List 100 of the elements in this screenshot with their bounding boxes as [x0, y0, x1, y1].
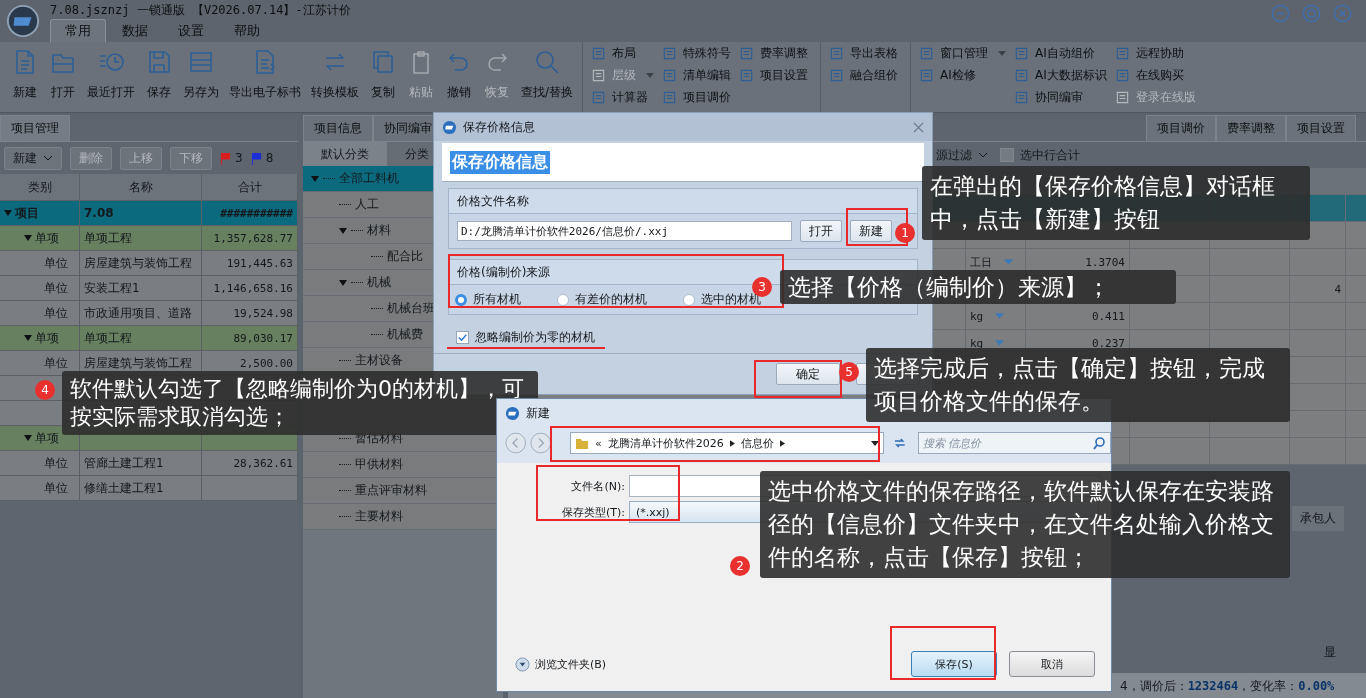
ribbon-button[interactable]: 复制 [364, 42, 402, 112]
search-icon [1092, 436, 1106, 450]
close-icon[interactable] [913, 121, 924, 133]
ribbon-menu-item[interactable]: 项目设置 [739, 66, 809, 85]
table-row[interactable]: 单位 房屋建筑与装饰工程 191,445.63 [0, 251, 298, 276]
table-cell: 修缮土建工程1 [84, 479, 164, 497]
table-cell: 1,357,628.77 [213, 231, 293, 245]
ribbon-menu-item[interactable]: 特殊符号 [662, 44, 732, 63]
search-field[interactable]: 搜索 信息价 [917, 432, 1111, 454]
table-row[interactable]: 单位 市政通用项目、道路 19,524.98 [0, 301, 298, 326]
path-field[interactable]: D:/龙腾清单计价软件2026/信息价/.xxj [457, 221, 792, 241]
panel-tab[interactable]: 费率调整 [1216, 115, 1286, 141]
expand-triangle-icon[interactable] [339, 278, 347, 287]
table-row[interactable]: 单位 管廊土建工程1 28,362.61 [0, 451, 298, 476]
window-title: 7.08.jsznzj 一锁通版 【V2026.07.14】-江苏计价 [50, 2, 351, 19]
expand-triangle-icon[interactable] [24, 334, 32, 342]
ribbon-button[interactable]: 查找/替换 [516, 42, 579, 112]
radio-button[interactable] [455, 293, 467, 306]
ribbon-button[interactable]: 撤销 [440, 42, 478, 112]
dialog-button[interactable]: 取消 [1009, 651, 1095, 677]
expand-triangle-icon[interactable] [24, 234, 32, 242]
table-row[interactable]: 单项 单项工程 89,030.17 [0, 326, 298, 351]
dialog-button[interactable]: 打开 [800, 220, 842, 242]
ribbon-menu-item[interactable]: 导出表格 [829, 44, 899, 63]
ribbon-menu-item[interactable]: 计算器 [591, 88, 655, 107]
checkbox[interactable] [1000, 148, 1014, 162]
table-cell: 房屋建筑与装饰工程 [84, 254, 192, 272]
address-bar[interactable]: « 龙腾清单计价软件2026 信息价 [569, 432, 885, 454]
back-icon[interactable] [505, 432, 527, 454]
table-cell: 7.08 [84, 206, 114, 220]
ribbon-menu-item[interactable]: 窗口管理 [919, 44, 1007, 63]
ribbon-menu-item[interactable]: 融合组价 [829, 66, 899, 85]
table-row[interactable]: 单项 单项工程 1,357,628.77 [0, 226, 298, 251]
filter-dropdown[interactable]: 源过滤 [936, 146, 988, 164]
ribbon-menu-item[interactable]: 项目调价 [662, 88, 732, 107]
ribbon-menu-item[interactable]: AI自动组价 [1014, 44, 1107, 63]
expand-triangle-icon[interactable] [24, 434, 32, 442]
panel-tab[interactable]: 项目管理 [0, 115, 70, 141]
expand-circle-icon[interactable] [515, 656, 530, 672]
browse-folders-link[interactable]: 浏览文件夹(B) [535, 656, 607, 672]
chevron-down-icon [978, 152, 988, 158]
dialog-button[interactable]: 保存(S) [911, 651, 997, 677]
ribbon-menu-item[interactable]: AI检修 [919, 66, 1007, 85]
expand-triangle-icon[interactable] [311, 174, 319, 183]
status-value: 0.00% [1298, 679, 1335, 693]
ribbon-button[interactable]: 打开 [44, 42, 82, 112]
instruction-tooltip: 选择完成后，点击【确定】按钮，完成项目价格文件的保存。 [866, 348, 1290, 422]
table-cell: 单位 [44, 454, 68, 472]
ribbon-button[interactable]: 转换模板 [306, 42, 364, 112]
menu-tab[interactable]: 帮助 [220, 20, 274, 42]
checkbox[interactable] [456, 331, 469, 344]
expand-triangle-icon[interactable] [339, 226, 347, 235]
ribbon-button[interactable]: 最近打开 [82, 42, 140, 112]
table-row[interactable]: 单位 修缮土建工程1 [0, 476, 298, 501]
category-tab[interactable]: 默认分类 [303, 142, 387, 166]
ribbon-button[interactable]: 新建 [6, 42, 44, 112]
list-icon [1014, 90, 1030, 105]
app-logo-icon[interactable] [6, 4, 40, 38]
table-cell: 单项工程 [84, 329, 132, 347]
caret-icon [998, 51, 1007, 56]
chevron-down-icon [43, 155, 53, 161]
table-cell: 19,524.98 [233, 306, 293, 320]
panel-tab[interactable]: 项目信息 [303, 115, 373, 141]
column-header: 名称 [80, 174, 202, 200]
table-cell: 2,500.00 [240, 356, 293, 370]
ribbon-menu-item[interactable]: AI大数据标识 [1014, 66, 1107, 85]
column-header: 类别 [0, 174, 80, 200]
ribbon-menu-item[interactable]: 布局 [591, 44, 655, 63]
expand-triangle-icon[interactable] [4, 209, 12, 217]
ok-button[interactable]: 确定 [776, 363, 840, 385]
ribbon-menu-item[interactable]: 清单编辑 [662, 66, 732, 85]
forward-icon[interactable] [530, 432, 552, 454]
ribbon-menu-item[interactable]: 远程协助 [1114, 44, 1196, 63]
radio-label: 有差价的材机 [575, 291, 647, 308]
column-header: 合计 [202, 174, 298, 200]
ribbon-menu-item[interactable]: 协同编审 [1014, 88, 1107, 107]
ribbon-button[interactable]: 保存 [140, 42, 178, 112]
ribbon-menu-item[interactable]: 费率调整 [739, 44, 809, 63]
dialog-button[interactable]: 新建 [850, 220, 892, 242]
status-value: 1232464 [1187, 679, 1239, 693]
field-label: 保存类型(T): [561, 504, 625, 520]
radio-button[interactable] [683, 293, 695, 306]
ribbon-button[interactable]: 另存为 [178, 42, 224, 112]
list-icon [919, 68, 935, 83]
list-icon [1114, 46, 1130, 61]
field-label: 文件名(N): [570, 478, 625, 494]
panel-tab[interactable]: 项目调价 [1146, 115, 1216, 141]
list-icon [591, 46, 607, 61]
table-row[interactable]: 项目 7.08 ########### [0, 201, 298, 226]
table-cell: 191,445.63 [226, 256, 293, 270]
ribbon-button[interactable]: 导出电子标书 [224, 42, 306, 112]
flag-count: 3 [235, 151, 243, 165]
panel-tab[interactable]: 项目设置 [1286, 115, 1356, 141]
menu-tab[interactable]: 设置 [164, 20, 218, 42]
table-row[interactable]: 单位 安装工程1 1,146,658.16 [0, 276, 298, 301]
ribbon-menu-item[interactable]: 在线购买 [1114, 66, 1196, 85]
toolbar-button[interactable]: 新建 [4, 146, 62, 170]
radio-button[interactable] [557, 293, 569, 306]
menu-tab[interactable]: 常用 [50, 19, 106, 42]
menu-tab[interactable]: 数据 [108, 20, 162, 42]
